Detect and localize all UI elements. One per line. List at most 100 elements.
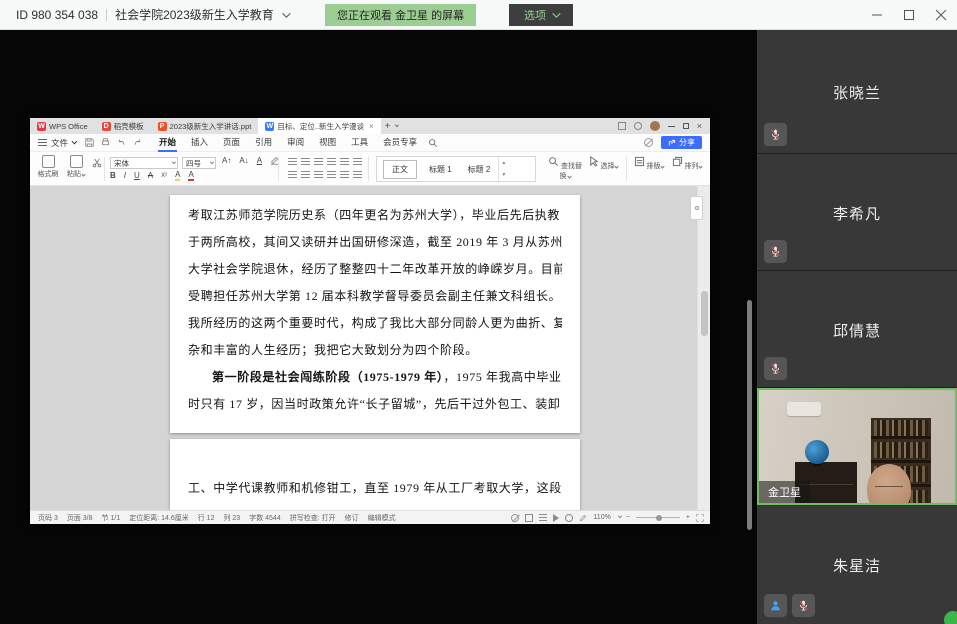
status-edit-mode[interactable]: 编辑模式: [368, 513, 396, 523]
typeset-button[interactable]: 排版: [632, 156, 666, 171]
font-name-select[interactable]: 宋体: [110, 157, 178, 169]
align-center-icon[interactable]: [301, 171, 310, 178]
new-tab-button[interactable]: +: [381, 118, 401, 134]
zoom-slider[interactable]: [636, 517, 680, 518]
document-scrollbar-thumb[interactable]: [701, 291, 708, 336]
meeting-info-chevron-icon[interactable]: [282, 9, 290, 17]
bold-icon[interactable]: B: [110, 171, 116, 180]
menu-member[interactable]: 会员专享: [382, 134, 418, 152]
participant-tile-speaking[interactable]: 金卫星: [757, 388, 957, 505]
style-normal[interactable]: 正文: [383, 160, 417, 179]
search-icon[interactable]: [428, 138, 438, 148]
decrease-font-icon[interactable]: A↓: [239, 156, 248, 165]
options-button[interactable]: 选项: [509, 4, 573, 26]
options-button-label: 选项: [524, 7, 546, 23]
font-size-select[interactable]: 四号: [182, 157, 216, 169]
status-section: 节 1/1: [102, 513, 121, 523]
close-button[interactable]: [933, 7, 949, 23]
status-track-changes[interactable]: 修订: [345, 513, 359, 523]
highlight-color-icon[interactable]: A: [175, 170, 180, 181]
save-icon[interactable]: [85, 138, 94, 147]
style-heading1[interactable]: 标题 1: [421, 164, 460, 175]
wps-restore-icon[interactable]: [683, 123, 689, 129]
align-right-icon[interactable]: [314, 171, 323, 178]
increase-font-icon[interactable]: A↑: [222, 156, 231, 165]
zoom-value[interactable]: 110%: [593, 514, 610, 521]
navigation-pane-button[interactable]: [690, 196, 703, 220]
arrange-button[interactable]: 排列: [670, 156, 704, 171]
status-spellcheck[interactable]: 拼写检查: 打开: [290, 513, 336, 523]
wps-minimize-icon[interactable]: [668, 126, 675, 127]
undo-icon[interactable]: [117, 138, 126, 147]
zoom-in-button[interactable]: +: [686, 514, 690, 521]
fit-page-icon[interactable]: [565, 514, 573, 522]
notification-dot[interactable]: [944, 611, 957, 624]
numbered-list-icon[interactable]: [301, 158, 310, 165]
text-effects-icon[interactable]: A: [257, 156, 262, 165]
menu-reference[interactable]: 引用: [254, 134, 273, 152]
wps-close-icon[interactable]: ×: [697, 121, 702, 131]
zoom-slider-knob[interactable]: [656, 515, 662, 521]
justify-icon[interactable]: [327, 171, 336, 178]
italic-icon[interactable]: I: [124, 171, 126, 180]
eye-protect-icon[interactable]: [644, 138, 653, 147]
select-button[interactable]: 选择: [586, 156, 620, 171]
print-icon[interactable]: [101, 138, 110, 147]
document-page-1[interactable]: 考取江苏师范学院历史系（四年更名为苏州大学），毕业后先后执教 于两所高校，其间又…: [170, 195, 580, 433]
file-menu[interactable]: 文件: [51, 137, 75, 149]
menu-tools[interactable]: 工具: [350, 134, 369, 152]
format-painter-button[interactable]: 格式刷: [35, 155, 61, 179]
globe-icon[interactable]: [634, 122, 642, 130]
menu-insert[interactable]: 插入: [190, 134, 209, 152]
font-color-icon[interactable]: A: [188, 170, 193, 181]
user-avatar[interactable]: [650, 121, 660, 131]
shared-screen-scrollbar[interactable]: [747, 300, 752, 530]
cut-icon[interactable]: [92, 158, 102, 168]
document-scrollbar[interactable]: [697, 186, 710, 510]
status-wordcount[interactable]: 字数 4544: [249, 513, 281, 523]
document-page-2[interactable]: 工、中学代课教师和机修钳工，直至 1979 年从工厂考取大学，这段: [170, 439, 580, 510]
participant-tile[interactable]: 李希凡: [757, 154, 957, 271]
menu-review[interactable]: 审阅: [286, 134, 305, 152]
distribute-icon[interactable]: [340, 171, 349, 178]
page-view-icon[interactable]: [525, 514, 533, 522]
zoom-out-button[interactable]: −: [626, 514, 630, 521]
text-direction-icon[interactable]: [340, 158, 349, 165]
document-canvas[interactable]: 考取江苏师范学院历史系（四年更名为苏州大学），毕业后先后执教 于两所高校，其间又…: [30, 186, 710, 510]
eye-protect-mode-icon[interactable]: [511, 514, 519, 522]
decrease-indent-icon[interactable]: [314, 158, 323, 165]
menu-home[interactable]: 开始: [158, 134, 177, 152]
fullscreen-icon[interactable]: [696, 514, 704, 522]
underline-icon[interactable]: U: [134, 171, 140, 180]
redo-icon[interactable]: [133, 138, 142, 147]
tab-docer[interactable]: D 稻壳模板: [95, 118, 151, 134]
participant-tile[interactable]: 邱倩慧: [757, 271, 957, 388]
style-gallery-scroll[interactable]: ▲▼: [498, 157, 508, 181]
increase-indent-icon[interactable]: [327, 158, 336, 165]
shading-icon[interactable]: [353, 171, 362, 178]
participant-tile[interactable]: 朱星洁: [757, 505, 957, 624]
menu-view[interactable]: 视图: [318, 134, 337, 152]
bullet-list-icon[interactable]: [288, 158, 297, 165]
style-heading2[interactable]: 标题 2: [460, 164, 499, 175]
superscript-icon[interactable]: X²: [161, 173, 167, 179]
tab-wps-home[interactable]: W WPS Office: [30, 118, 95, 134]
paste-button[interactable]: 粘贴: [63, 155, 89, 179]
line-spacing-icon[interactable]: [353, 158, 362, 165]
align-left-icon[interactable]: [288, 171, 297, 178]
tab-close-icon[interactable]: ×: [369, 122, 374, 131]
tab-presentation[interactable]: P 2023级新生入学讲话.ppt: [151, 118, 259, 134]
participant-tile[interactable]: 张晓兰: [757, 30, 957, 154]
minimize-button[interactable]: [869, 7, 885, 23]
outline-view-icon[interactable]: [539, 514, 547, 521]
strike-icon[interactable]: A: [148, 171, 153, 180]
play-view-icon[interactable]: [553, 514, 559, 522]
share-button[interactable]: 分享: [661, 136, 702, 149]
find-replace-button[interactable]: 查找替换: [548, 156, 582, 181]
workspace-icon[interactable]: [618, 122, 626, 130]
maximize-button[interactable]: [901, 7, 917, 23]
tab-document-active[interactable]: W 目标、定位..新生入学漫谈 ×: [258, 118, 380, 134]
edit-pen-icon[interactable]: [579, 514, 587, 522]
menu-page[interactable]: 页面: [222, 134, 241, 152]
hamburger-icon[interactable]: [38, 139, 47, 146]
